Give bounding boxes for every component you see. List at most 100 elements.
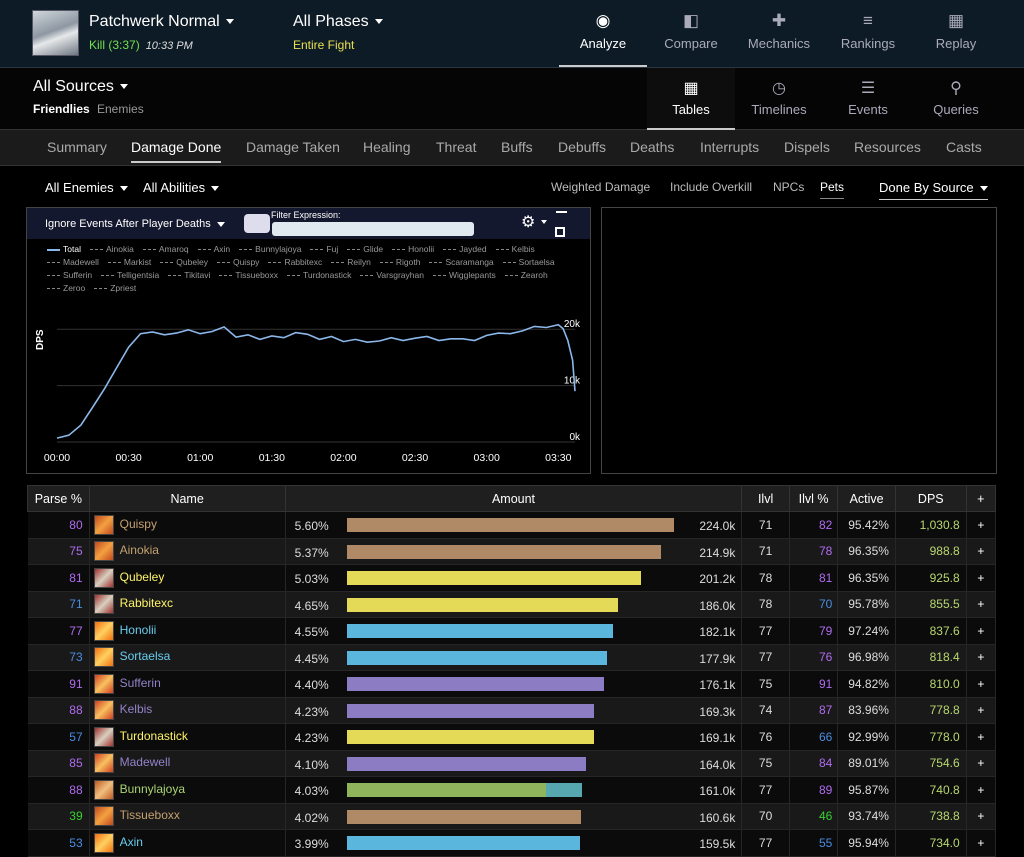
col-add[interactable]: + (965, 485, 997, 512)
expand-plus-icon[interactable]: + (966, 644, 997, 671)
tab-dispels[interactable]: Dispels (784, 139, 830, 155)
table-row[interactable]: 73 Sortaelsa 4.45% 177.9k 77 76 96.98% 818.4 + (27, 644, 997, 671)
col-active[interactable]: Active (837, 485, 896, 512)
player-name[interactable]: Ainokia (120, 543, 159, 557)
tab-threat[interactable]: Threat (436, 139, 476, 155)
include-overkill-toggle[interactable]: Include Overkill (670, 180, 752, 194)
table-row[interactable]: 71 Rabbitexc 4.65% 186.0k 78 70 95.78% 855.5 + (27, 591, 997, 618)
nav-compare[interactable]: ◧ Compare (647, 0, 735, 67)
expand-plus-icon[interactable]: + (966, 670, 997, 698)
name-cell[interactable]: Quispy (89, 511, 286, 539)
name-cell[interactable]: Sufferin (89, 670, 286, 698)
name-cell[interactable]: Honolii (89, 617, 286, 645)
name-cell[interactable]: Tissueboxx (89, 803, 286, 830)
player-name[interactable]: Turdonastick (120, 729, 188, 743)
name-cell[interactable]: Ainokia (89, 538, 286, 565)
nav-analyze[interactable]: ◉ Analyze (559, 0, 647, 67)
name-cell[interactable]: Turdonastick (89, 723, 286, 751)
table-row[interactable]: 88 Kelbis 4.23% 169.3k 74 87 83.96% 778.8 + (27, 697, 997, 724)
table-row[interactable]: 77 Honolii 4.55% 182.1k 77 79 97.24% 837.6 + (27, 617, 997, 645)
name-cell[interactable]: Qubeley (89, 564, 286, 592)
nav-replay[interactable]: ▦ Replay (912, 0, 1000, 67)
maximize-icon[interactable] (555, 227, 565, 237)
col-ilvl-pct[interactable]: Ilvl % (788, 485, 839, 512)
enemies-toggle[interactable]: Enemies (97, 102, 144, 116)
tab-damage-done[interactable]: Damage Done (131, 139, 222, 163)
done-by-selector[interactable]: Done By Source (879, 180, 988, 200)
col-parse[interactable]: Parse % (27, 485, 90, 512)
tab-interrupts[interactable]: Interrupts (700, 139, 759, 155)
player-name[interactable]: Rabbitexc (120, 596, 173, 610)
expand-plus-icon[interactable]: + (966, 617, 997, 645)
player-name[interactable]: Tissueboxx (120, 808, 180, 822)
player-name[interactable]: Sortaelsa (120, 649, 171, 663)
friendlies-toggle[interactable]: Friendlies (33, 102, 90, 116)
expand-plus-icon[interactable]: + (966, 723, 997, 751)
npcs-toggle[interactable]: NPCs (773, 180, 804, 194)
filter-expression-input[interactable] (272, 222, 474, 236)
expand-plus-icon[interactable]: + (966, 538, 997, 565)
player-name[interactable]: Sufferin (120, 676, 161, 690)
table-row[interactable]: 81 Qubeley 5.03% 201.2k 78 81 96.35% 925.8 + (27, 564, 997, 592)
ignore-deaths-selector[interactable]: Ignore Events After Player Deaths (45, 218, 225, 230)
tab-damage-taken[interactable]: Damage Taken (246, 139, 340, 155)
filter-toggle[interactable] (244, 214, 270, 233)
name-cell[interactable]: Madewell (89, 750, 286, 777)
player-name[interactable]: Axin (120, 835, 143, 849)
table-row[interactable]: 91 Sufferin 4.40% 176.1k 75 91 94.82% 810.0 + (27, 670, 997, 698)
source-selector[interactable]: All Sources (33, 78, 128, 96)
name-cell[interactable]: Bunnylajoya (89, 776, 286, 804)
player-name[interactable]: Quispy (120, 517, 157, 531)
player-name[interactable]: Kelbis (120, 702, 153, 716)
table-row[interactable]: 80 Quispy 5.60% 224.0k 71 82 95.42% 1,030.8 + (27, 511, 997, 539)
player-name[interactable]: Bunnylajoya (120, 782, 185, 796)
boss-selector[interactable]: Patchwerk Normal (89, 13, 234, 31)
name-cell[interactable]: Sortaelsa (89, 644, 286, 671)
phase-selector[interactable]: All Phases (293, 13, 383, 31)
nav-mechanics[interactable]: ✚ Mechanics (735, 0, 823, 67)
series-line-total[interactable] (56, 323, 576, 439)
col-dps[interactable]: DPS (894, 485, 967, 512)
table-row[interactable]: 57 Turdonastick 4.23% 169.1k 76 66 92.99% 778.0… (27, 723, 997, 751)
abilities-filter[interactable]: All Abilities (143, 180, 220, 195)
view-tables[interactable]: ▦ Tables (647, 68, 735, 130)
gear-icon[interactable]: ⚙ (521, 212, 535, 232)
tab-buffs[interactable]: Buffs (501, 139, 533, 155)
minimize-icon[interactable] (556, 211, 567, 213)
table-row[interactable]: 53 Axin 3.99% 159.5k 77 55 95.94% 734.0 + (27, 829, 997, 857)
expand-plus-icon[interactable]: + (966, 697, 997, 724)
name-cell[interactable]: Kelbis (89, 697, 286, 724)
table-row[interactable]: 39 Tissueboxx 4.02% 160.6k 70 46 93.74% 738.8 + (27, 803, 997, 830)
table-row[interactable]: 88 Bunnylajoya 4.03% 161.0k 77 89 95.87% 740.8 + (27, 776, 997, 804)
expand-plus-icon[interactable]: + (966, 750, 997, 777)
col-name[interactable]: Name (88, 485, 286, 512)
view-events[interactable]: ☰ Events (824, 68, 912, 130)
expand-plus-icon[interactable]: + (966, 803, 997, 830)
nav-rankings[interactable]: ≡ Rankings (824, 0, 912, 67)
player-name[interactable]: Qubeley (120, 570, 165, 584)
expand-plus-icon[interactable]: + (966, 776, 997, 804)
table-row[interactable]: 75 Ainokia 5.37% 214.9k 71 78 96.35% 988.8 + (27, 538, 997, 565)
tab-summary[interactable]: Summary (47, 139, 107, 155)
col-ilvl[interactable]: Ilvl (741, 485, 790, 512)
weighted-damage-toggle[interactable]: Weighted Damage (551, 180, 650, 194)
table-row[interactable]: 85 Madewell 4.10% 164.0k 75 84 89.01% 754.6 + (27, 750, 997, 777)
expand-plus-icon[interactable]: + (966, 564, 997, 592)
view-queries[interactable]: ⚲ Queries (912, 68, 1000, 130)
expand-plus-icon[interactable]: + (966, 511, 997, 539)
expand-plus-icon[interactable]: + (966, 591, 997, 618)
col-amount[interactable]: Amount (284, 485, 743, 512)
pets-toggle[interactable]: Pets (820, 180, 845, 199)
player-name[interactable]: Madewell (120, 755, 171, 769)
tab-healing[interactable]: Healing (363, 139, 410, 155)
name-cell[interactable]: Rabbitexc (89, 591, 286, 618)
name-cell[interactable]: Axin (89, 829, 286, 857)
tab-deaths[interactable]: Deaths (630, 139, 674, 155)
tab-resources[interactable]: Resources (854, 139, 921, 155)
expand-plus-icon[interactable]: + (966, 829, 997, 857)
enemies-filter[interactable]: All Enemies (45, 180, 128, 195)
tab-casts[interactable]: Casts (946, 139, 982, 155)
player-name[interactable]: Honolii (120, 623, 157, 637)
view-timelines[interactable]: ◷ Timelines (735, 68, 823, 130)
tab-debuffs[interactable]: Debuffs (558, 139, 606, 155)
